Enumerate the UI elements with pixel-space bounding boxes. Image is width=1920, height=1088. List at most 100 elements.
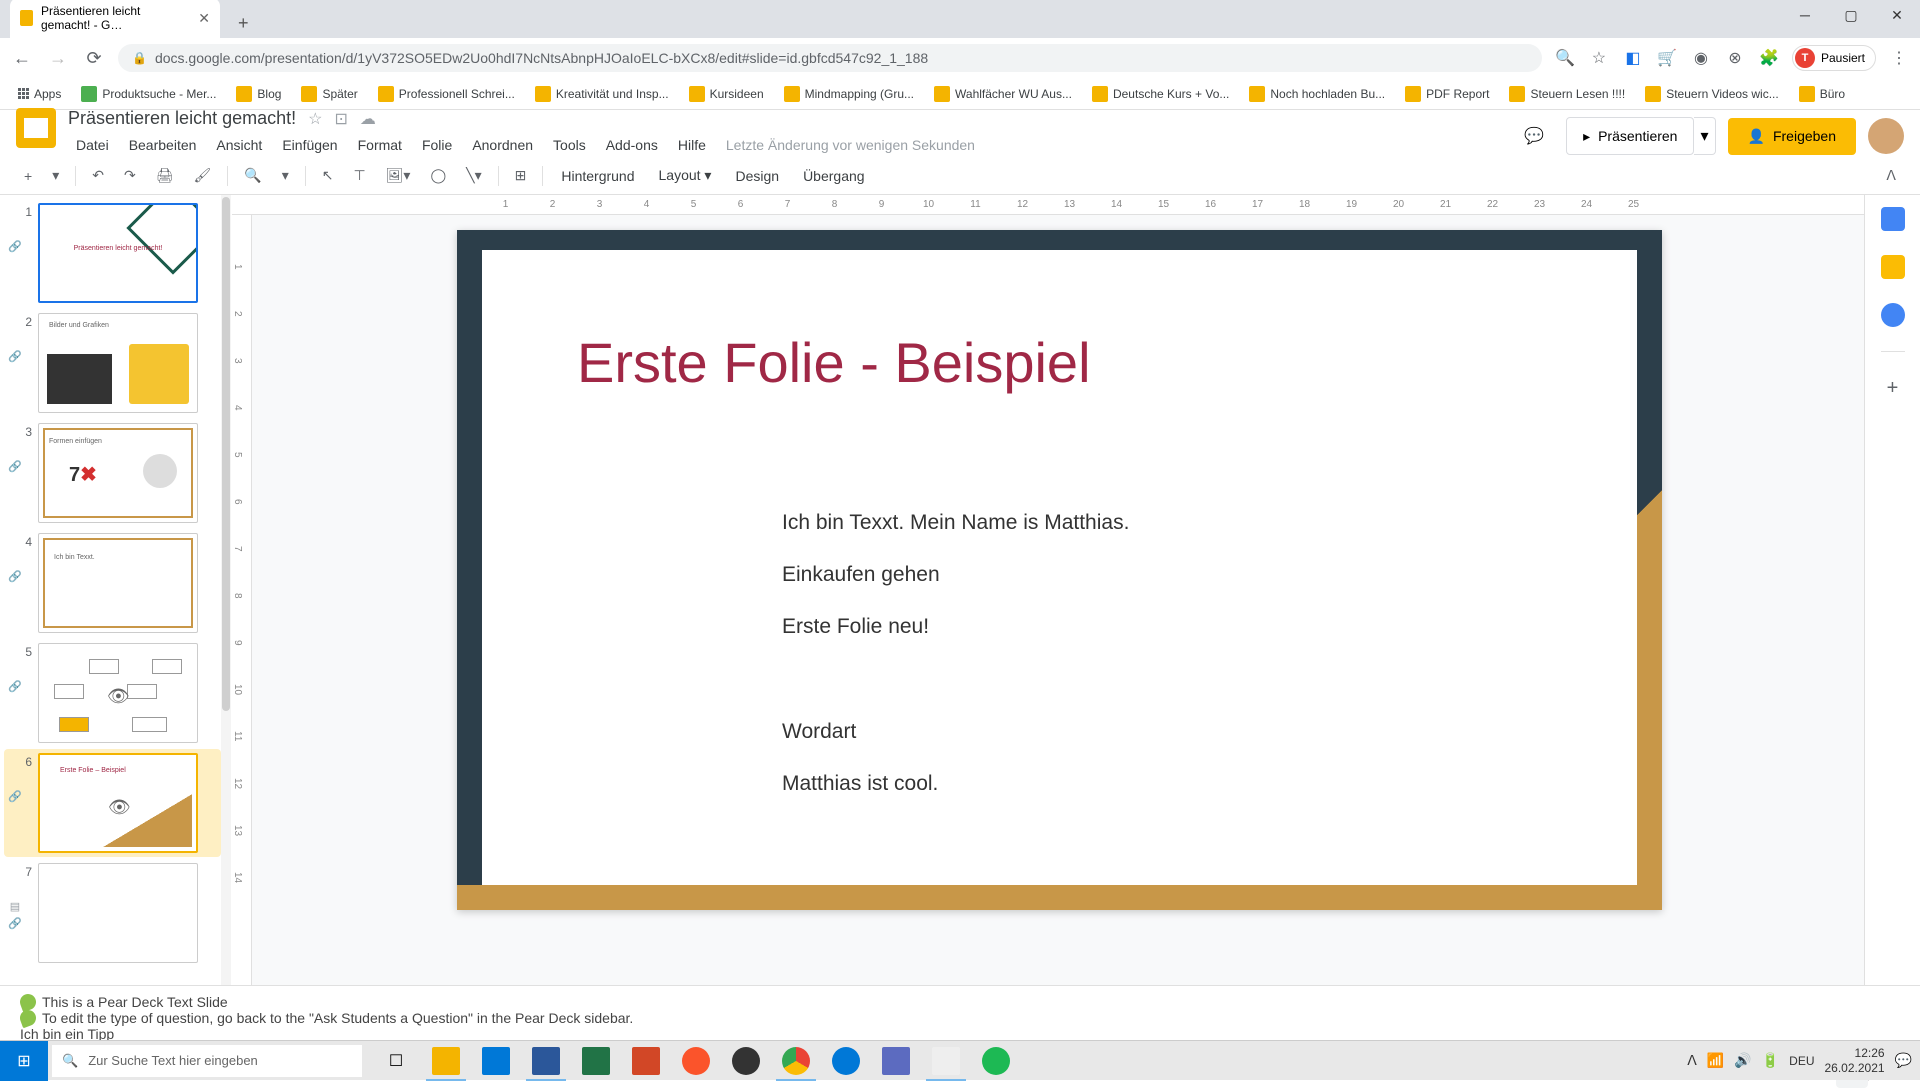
calendar-taskbar-icon[interactable] bbox=[472, 1041, 520, 1081]
clock[interactable]: 12:26 26.02.2021 bbox=[1825, 1046, 1885, 1075]
slide-title-text[interactable]: Erste Folie - Beispiel bbox=[577, 330, 1091, 395]
chrome-icon[interactable] bbox=[772, 1041, 820, 1081]
menu-insert[interactable]: Einfügen bbox=[274, 133, 345, 157]
layout-button[interactable]: Layout ▾ bbox=[649, 161, 722, 190]
zoom-icon[interactable]: 🔍 bbox=[1554, 47, 1576, 69]
new-slide-button[interactable]: + bbox=[16, 162, 40, 190]
bookmark-item[interactable]: Professionell Schrei... bbox=[370, 82, 523, 106]
shape-tool[interactable]: ◯ bbox=[422, 161, 454, 190]
word-icon[interactable] bbox=[522, 1041, 570, 1081]
forward-button[interactable]: → bbox=[46, 46, 70, 70]
account-avatar[interactable] bbox=[1868, 118, 1904, 154]
line-tool[interactable]: ╲▾ bbox=[458, 161, 489, 190]
comments-button[interactable]: 💬 bbox=[1514, 116, 1554, 156]
obs-icon[interactable] bbox=[722, 1041, 770, 1081]
extensions-button[interactable]: 🧩 bbox=[1758, 47, 1780, 69]
menu-help[interactable]: Hilfe bbox=[670, 133, 714, 157]
background-button[interactable]: Hintergrund bbox=[551, 162, 644, 190]
paint-format-button[interactable]: 🖌 bbox=[185, 161, 219, 190]
edge-icon[interactable] bbox=[822, 1041, 870, 1081]
new-slide-dropdown[interactable]: ▾ bbox=[44, 161, 67, 190]
slide-thumb-1[interactable]: 1 🔗 Präsentieren leicht gemacht! bbox=[8, 203, 217, 303]
bookmark-item[interactable]: Später bbox=[293, 82, 365, 106]
excel-icon[interactable] bbox=[572, 1041, 620, 1081]
bookmark-item[interactable]: Noch hochladen Bu... bbox=[1241, 82, 1393, 106]
windows-search[interactable]: 🔍 Zur Suche Text hier eingeben bbox=[52, 1045, 362, 1077]
minimize-button[interactable]: ─ bbox=[1782, 0, 1828, 30]
brave-icon[interactable] bbox=[672, 1041, 720, 1081]
share-button[interactable]: 👤 Freigeben bbox=[1728, 118, 1856, 155]
apps-button[interactable]: Apps bbox=[10, 83, 69, 105]
spotify-icon[interactable] bbox=[972, 1041, 1020, 1081]
slides-logo[interactable] bbox=[16, 108, 56, 148]
slide-body-text[interactable]: Ich bin Texxt. Mein Name is Matthias. Ei… bbox=[782, 500, 1129, 813]
last-edit-text[interactable]: Letzte Änderung vor wenigen Sekunden bbox=[718, 133, 983, 157]
menu-format[interactable]: Format bbox=[350, 133, 410, 157]
menu-edit[interactable]: Bearbeiten bbox=[121, 133, 205, 157]
chrome-menu-button[interactable]: ⋮ bbox=[1888, 47, 1910, 69]
close-window-button[interactable]: ✕ bbox=[1874, 0, 1920, 30]
select-tool[interactable]: ↖ bbox=[314, 161, 342, 190]
extension-icon-1[interactable]: ◧ bbox=[1622, 47, 1644, 69]
bookmark-item[interactable]: Produktsuche - Mer... bbox=[73, 82, 224, 106]
menu-file[interactable]: Datei bbox=[68, 133, 117, 157]
present-dropdown[interactable]: ▾ bbox=[1694, 117, 1715, 155]
extension-icon-3[interactable]: ◉ bbox=[1690, 47, 1712, 69]
volume-icon[interactable]: 🔊 bbox=[1734, 1052, 1751, 1069]
zoom-dropdown[interactable]: ▾ bbox=[274, 161, 297, 190]
slide-thumb-2[interactable]: 2 🔗 Bilder und Grafiken bbox=[8, 313, 217, 413]
extension-icon-4[interactable]: ⊗ bbox=[1724, 47, 1746, 69]
menu-slide[interactable]: Folie bbox=[414, 133, 460, 157]
language-indicator[interactable]: DEU bbox=[1789, 1054, 1814, 1068]
slide-thumb-3[interactable]: 3 🔗 Formen einfügen7✖ bbox=[8, 423, 217, 523]
tray-expand-button[interactable]: ᐱ bbox=[1687, 1052, 1697, 1069]
task-view-button[interactable]: ☐ bbox=[372, 1041, 420, 1081]
reload-button[interactable]: ⟳ bbox=[82, 46, 106, 70]
undo-button[interactable]: ↶ bbox=[84, 161, 112, 190]
battery-icon[interactable]: 🔋 bbox=[1762, 1052, 1779, 1069]
bookmark-item[interactable]: PDF Report bbox=[1397, 82, 1497, 106]
bookmark-item[interactable]: Kreativität und Insp... bbox=[527, 82, 677, 106]
bookmark-item[interactable]: Steuern Lesen !!!! bbox=[1501, 82, 1633, 106]
bookmark-item[interactable]: Blog bbox=[228, 82, 289, 106]
star-icon[interactable]: ☆ bbox=[1588, 47, 1610, 69]
print-button[interactable]: 🖨 bbox=[148, 161, 182, 190]
extension-icon-2[interactable]: 🛒 bbox=[1656, 47, 1678, 69]
notifications-button[interactable]: 💬 bbox=[1895, 1052, 1912, 1069]
slide-thumb-6[interactable]: 6 🔗 Erste Folie – Beispiel👁 bbox=[4, 749, 221, 857]
textbox-tool[interactable]: ⊤ bbox=[345, 161, 373, 190]
bookmark-item[interactable]: Deutsche Kurs + Vo... bbox=[1084, 82, 1237, 106]
menu-tools[interactable]: Tools bbox=[545, 133, 594, 157]
comment-tool[interactable]: ⊞ bbox=[507, 161, 535, 190]
profile-button[interactable]: T Pausiert bbox=[1792, 45, 1876, 71]
explorer-icon[interactable] bbox=[422, 1041, 470, 1081]
menu-addons[interactable]: Add-ons bbox=[598, 133, 666, 157]
collapse-toolbar-button[interactable]: ᐱ bbox=[1878, 161, 1904, 190]
app-icon[interactable] bbox=[872, 1041, 920, 1081]
notepad-icon[interactable] bbox=[922, 1041, 970, 1081]
calendar-icon[interactable] bbox=[1881, 207, 1905, 231]
start-button[interactable]: ⊞ bbox=[0, 1041, 48, 1081]
bookmark-item[interactable]: Steuern Videos wic... bbox=[1637, 82, 1787, 106]
redo-button[interactable]: ↷ bbox=[116, 161, 144, 190]
zoom-button[interactable]: 🔍 bbox=[236, 161, 269, 190]
slide-thumb-5[interactable]: 5 🔗 👁 bbox=[8, 643, 217, 743]
document-title[interactable]: Präsentieren leicht gemacht! bbox=[68, 108, 296, 129]
filmstrip-scrollbar[interactable] bbox=[221, 195, 231, 985]
slide-thumb-4[interactable]: 4 🔗 Ich bin Texxt. bbox=[8, 533, 217, 633]
move-icon[interactable]: ⊡ bbox=[334, 109, 347, 129]
image-tool[interactable]: 🖼▾ bbox=[378, 161, 419, 190]
bookmark-item[interactable]: Kursideen bbox=[681, 82, 772, 106]
url-field[interactable]: 🔒 docs.google.com/presentation/d/1yV372S… bbox=[118, 44, 1542, 72]
slide-canvas[interactable]: Erste Folie - Beispiel Ich bin Texxt. Me… bbox=[457, 230, 1662, 910]
powerpoint-icon[interactable] bbox=[622, 1041, 670, 1081]
star-icon[interactable]: ☆ bbox=[308, 109, 322, 129]
cloud-icon[interactable]: ☁ bbox=[360, 109, 376, 129]
wifi-icon[interactable]: 📶 bbox=[1707, 1052, 1724, 1069]
browser-tab[interactable]: Präsentieren leicht gemacht! - G… ✕ bbox=[10, 0, 220, 38]
new-tab-button[interactable]: + bbox=[228, 9, 259, 38]
bookmark-item[interactable]: Büro bbox=[1791, 82, 1853, 106]
back-button[interactable]: ← bbox=[10, 46, 34, 70]
bookmark-item[interactable]: Wahlfächer WU Aus... bbox=[926, 82, 1080, 106]
design-button[interactable]: Design bbox=[725, 162, 789, 190]
